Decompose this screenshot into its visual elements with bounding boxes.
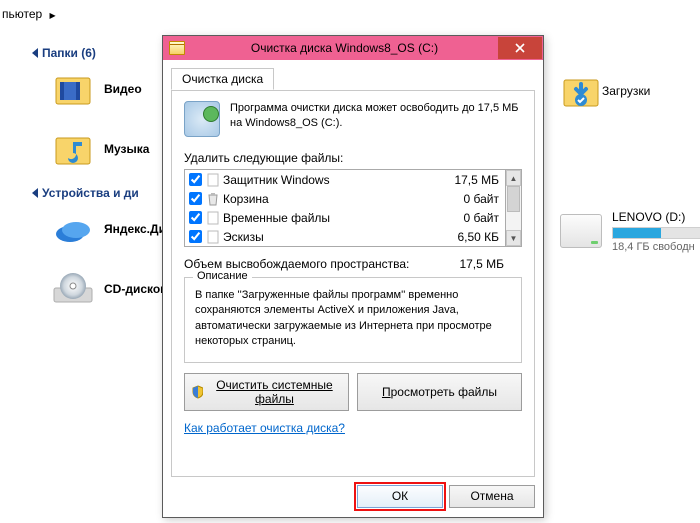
drive-item-cd[interactable]: CD-дисков <box>52 268 168 310</box>
video-folder-icon <box>52 68 94 110</box>
drive-label: CD-дисков <box>94 282 168 296</box>
list-item-size: 0 байт <box>445 211 501 225</box>
yandex-disk-icon <box>52 208 94 250</box>
triangle-collapse-icon[interactable] <box>32 188 38 198</box>
list-item-size: 6,50 КБ <box>445 230 501 244</box>
shield-icon <box>191 385 203 399</box>
list-checkbox[interactable] <box>189 173 202 186</box>
delete-files-label: Удалить следующие файлы: <box>184 151 522 165</box>
description-text: В папке ''Загруженные файлы программ'' в… <box>195 288 511 350</box>
tab-panel: Программа очистки диска может освободить… <box>171 90 535 477</box>
ok-button[interactable]: ОК <box>357 485 443 508</box>
list-item-name: Корзина <box>223 192 445 206</box>
scroll-track[interactable] <box>506 186 521 230</box>
list-item-name: Временные файлы <box>223 211 445 225</box>
file-icon <box>206 230 220 244</box>
dialog-header-text: Программа очистки диска может освободить… <box>230 101 522 131</box>
downloads-folder-icon <box>560 70 602 112</box>
tab-cleanup[interactable]: Очистка диска <box>171 68 274 90</box>
list-item[interactable]: Временные файлы 0 байт <box>185 208 505 227</box>
list-item-name: Эскизы <box>223 230 445 244</box>
list-checkbox[interactable] <box>189 192 202 205</box>
folder-label: Видео <box>94 82 142 96</box>
list-item-name: Защитник Windows <box>223 173 445 187</box>
list-item-size: 17,5 МБ <box>445 173 501 187</box>
button-label: Просмотреть файлы <box>382 385 497 399</box>
titlebar[interactable]: Очистка диска Windows8_OS (C:) <box>163 36 543 60</box>
disk-cleanup-icon <box>169 41 185 55</box>
disk-cleanup-large-icon <box>184 101 220 137</box>
list-item[interactable]: Корзина 0 байт <box>185 189 505 208</box>
list-item[interactable]: Защитник Windows 17,5 МБ <box>185 170 505 189</box>
titlebar-text: Очистка диска Windows8_OS (C:) <box>191 41 498 55</box>
folder-item-downloads[interactable]: Загрузки <box>560 70 650 112</box>
breadcrumb: пьютер <box>2 0 60 28</box>
section-folders-header: Папки (6) <box>32 44 149 60</box>
how-it-works-link[interactable]: Как работает очистка диска? <box>184 421 522 435</box>
drive-free-text: 18,4 ГБ свободн <box>612 241 700 253</box>
scrollbar[interactable]: ▲ ▼ <box>506 169 522 247</box>
file-icon <box>206 173 220 187</box>
drive-label: LENOVO (D:) <box>612 210 700 224</box>
drive-label: Яндекс.Ди <box>94 222 166 236</box>
total-value: 17,5 МБ <box>459 257 522 271</box>
list-checkbox[interactable] <box>189 230 202 243</box>
drive-item-yadisk[interactable]: Яндекс.Ди <box>52 208 168 250</box>
close-button[interactable] <box>498 37 542 59</box>
description-legend: Описание <box>193 270 252 282</box>
list-checkbox[interactable] <box>189 211 202 224</box>
view-files-button[interactable]: Просмотреть файлы <box>357 373 522 411</box>
recycle-bin-icon <box>206 192 220 206</box>
drive-usage-bar <box>612 227 700 239</box>
close-icon <box>514 42 526 54</box>
total-label: Объем высвобождаемого пространства: <box>184 257 409 271</box>
scroll-down-button[interactable]: ▼ <box>506 230 521 246</box>
drive-item-lenovo[interactable]: LENOVO (D:) 18,4 ГБ свободн <box>560 210 700 253</box>
scroll-up-button[interactable]: ▲ <box>506 170 521 186</box>
music-folder-icon <box>52 128 94 170</box>
breadcrumb-item[interactable]: пьютер <box>2 7 42 21</box>
disk-cleanup-dialog: Очистка диска Windows8_OS (C:) Очистка д… <box>162 35 544 518</box>
list-item-size: 0 байт <box>445 192 501 206</box>
folder-item-video[interactable]: Видео <box>52 68 149 110</box>
cancel-button[interactable]: Отмена <box>449 485 535 508</box>
files-list: Защитник Windows 17,5 МБ Корзина 0 байт <box>184 169 506 247</box>
hdd-drive-icon <box>560 214 602 248</box>
button-label: Очистить системные файлы <box>207 378 342 406</box>
description-group: Описание В папке ''Загруженные файлы про… <box>184 277 522 363</box>
clean-system-files-button[interactable]: Очистить системные файлы <box>184 373 349 411</box>
list-item[interactable]: Эскизы 6,50 КБ <box>185 227 505 246</box>
folder-label: Музыка <box>94 142 149 156</box>
section-devices-header: Устройства и ди <box>32 184 168 200</box>
folder-label: Загрузки <box>602 84 650 98</box>
folder-item-music[interactable]: Музыка <box>52 128 149 170</box>
triangle-collapse-icon[interactable] <box>32 48 38 58</box>
chevron-right-icon <box>46 10 60 21</box>
file-icon <box>206 211 220 225</box>
cd-drive-icon <box>52 268 94 310</box>
scroll-thumb[interactable] <box>507 186 520 212</box>
